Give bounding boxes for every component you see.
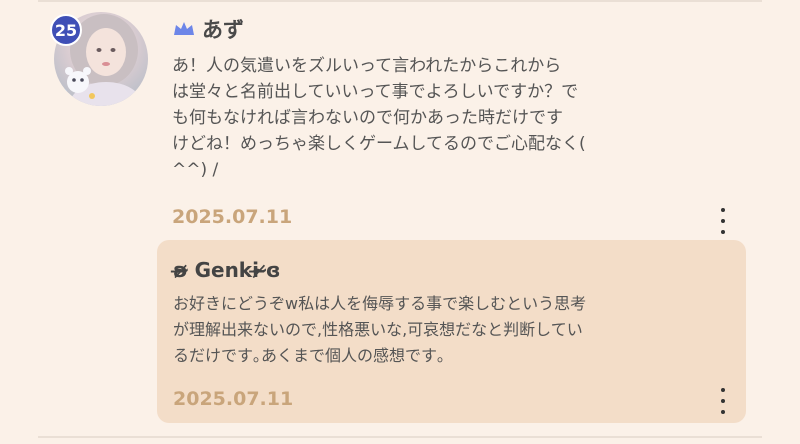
divider-bottom (38, 436, 762, 438)
dot (721, 230, 725, 234)
comment-date: 2025.07.11 (172, 206, 293, 228)
dot (721, 388, 725, 392)
dot (721, 399, 725, 403)
level-badge: 25 (50, 14, 82, 46)
reply-more-icon[interactable] (717, 388, 729, 414)
comment-more-icon[interactable] (717, 208, 729, 234)
divider-top (38, 0, 762, 2)
reply-username[interactable]: ʚ̴̶̷̷ Genki ̷̷̶̴ɞ (173, 258, 281, 282)
comment-thread: 25 あず あ！人の気遣いをズルいって言われたからこれから は堂々と名前出してい… (0, 0, 800, 444)
crown-icon (174, 22, 194, 35)
reply-text: お好きにどうぞw私は人を侮辱する事で楽しむという思考 が理解出来ないので,性格悪… (173, 294, 587, 365)
comment-text: あ！人の気遣いをズルいって言われたからこれから は堂々と名前出していいって事でよ… (172, 56, 586, 180)
reply-date: 2025.07.11 (173, 388, 294, 410)
dot (721, 219, 725, 223)
comment-username[interactable]: あず (202, 14, 244, 44)
reply-card: ʚ̴̶̷̷ Genki ̷̷̶̴ɞ お好きにどうぞw私は人を侮辱する事で楽しむと… (157, 240, 746, 423)
dot (721, 410, 725, 414)
dot (721, 208, 725, 212)
